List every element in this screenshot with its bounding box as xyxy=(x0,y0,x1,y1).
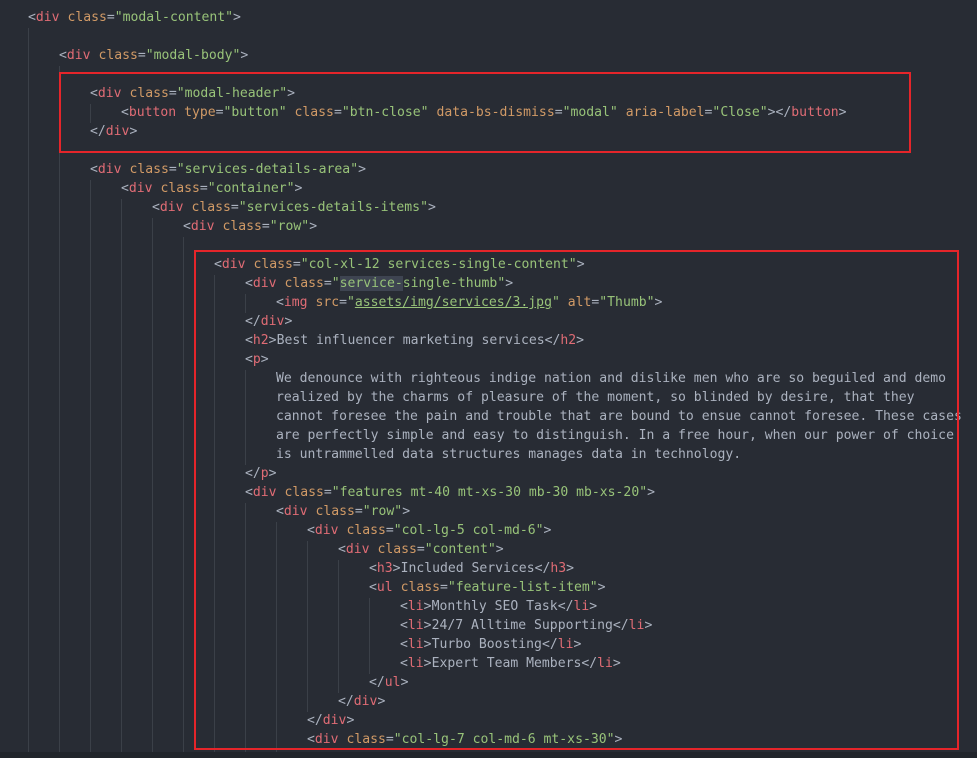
code-attr-value: "services-details-items" xyxy=(238,200,428,215)
code-tag-name: div xyxy=(35,10,60,25)
code-punct: < xyxy=(183,219,191,234)
code-punct: = xyxy=(199,181,208,196)
code-attr-name: class xyxy=(129,162,169,177)
code-attr-name: class xyxy=(191,200,231,215)
code-attr-value: "row" xyxy=(269,219,310,234)
code-tag-name: div xyxy=(97,162,122,177)
code-attr-value: "modal-content" xyxy=(114,10,234,25)
highlight-box-modal-header xyxy=(59,72,911,153)
code-attr-name: class xyxy=(67,10,107,25)
code-tag-name: div xyxy=(190,219,215,234)
code-punct: = xyxy=(137,48,146,63)
code-punct: < xyxy=(28,10,36,25)
code-punct: > xyxy=(294,181,303,196)
code-attr-name: class xyxy=(160,181,200,196)
code-punct: < xyxy=(90,162,98,177)
code-attr-value: "container" xyxy=(207,181,295,196)
highlight-box-services-content xyxy=(194,250,959,750)
code-punct: > xyxy=(240,48,249,63)
code-editor[interactable]: <div class="modal-content"> <div class="… xyxy=(0,0,977,758)
code-attr-value: "modal-body" xyxy=(145,48,241,63)
code-punct: < xyxy=(59,48,67,63)
code-line[interactable]: <div class="row"> xyxy=(0,217,317,236)
code-tag-name: div xyxy=(159,200,184,215)
code-punct: > xyxy=(427,200,436,215)
code-line[interactable]: <div class="services-details-area"> xyxy=(0,160,366,179)
code-tag-name: div xyxy=(66,48,91,63)
code-punct: > xyxy=(309,219,318,234)
code-line[interactable]: <div class="modal-body"> xyxy=(0,46,248,65)
code-punct: > xyxy=(358,162,366,177)
code-attr-name: class xyxy=(98,48,138,63)
status-bar xyxy=(0,752,977,758)
code-punct: = xyxy=(261,219,270,234)
code-line[interactable]: <div class="modal-content"> xyxy=(0,8,241,27)
code-punct: = xyxy=(106,10,115,25)
code-punct: = xyxy=(168,162,177,177)
code-punct: > xyxy=(233,10,241,25)
code-line[interactable]: <div class="container"> xyxy=(0,179,302,198)
code-attr-name: class xyxy=(222,219,262,234)
code-punct: < xyxy=(121,181,129,196)
code-punct: = xyxy=(230,200,239,215)
code-line[interactable]: <div class="services-details-items"> xyxy=(0,198,436,217)
code-tag-name: div xyxy=(128,181,153,196)
code-attr-value: "services-details-area" xyxy=(176,162,359,177)
code-punct: < xyxy=(152,200,160,215)
